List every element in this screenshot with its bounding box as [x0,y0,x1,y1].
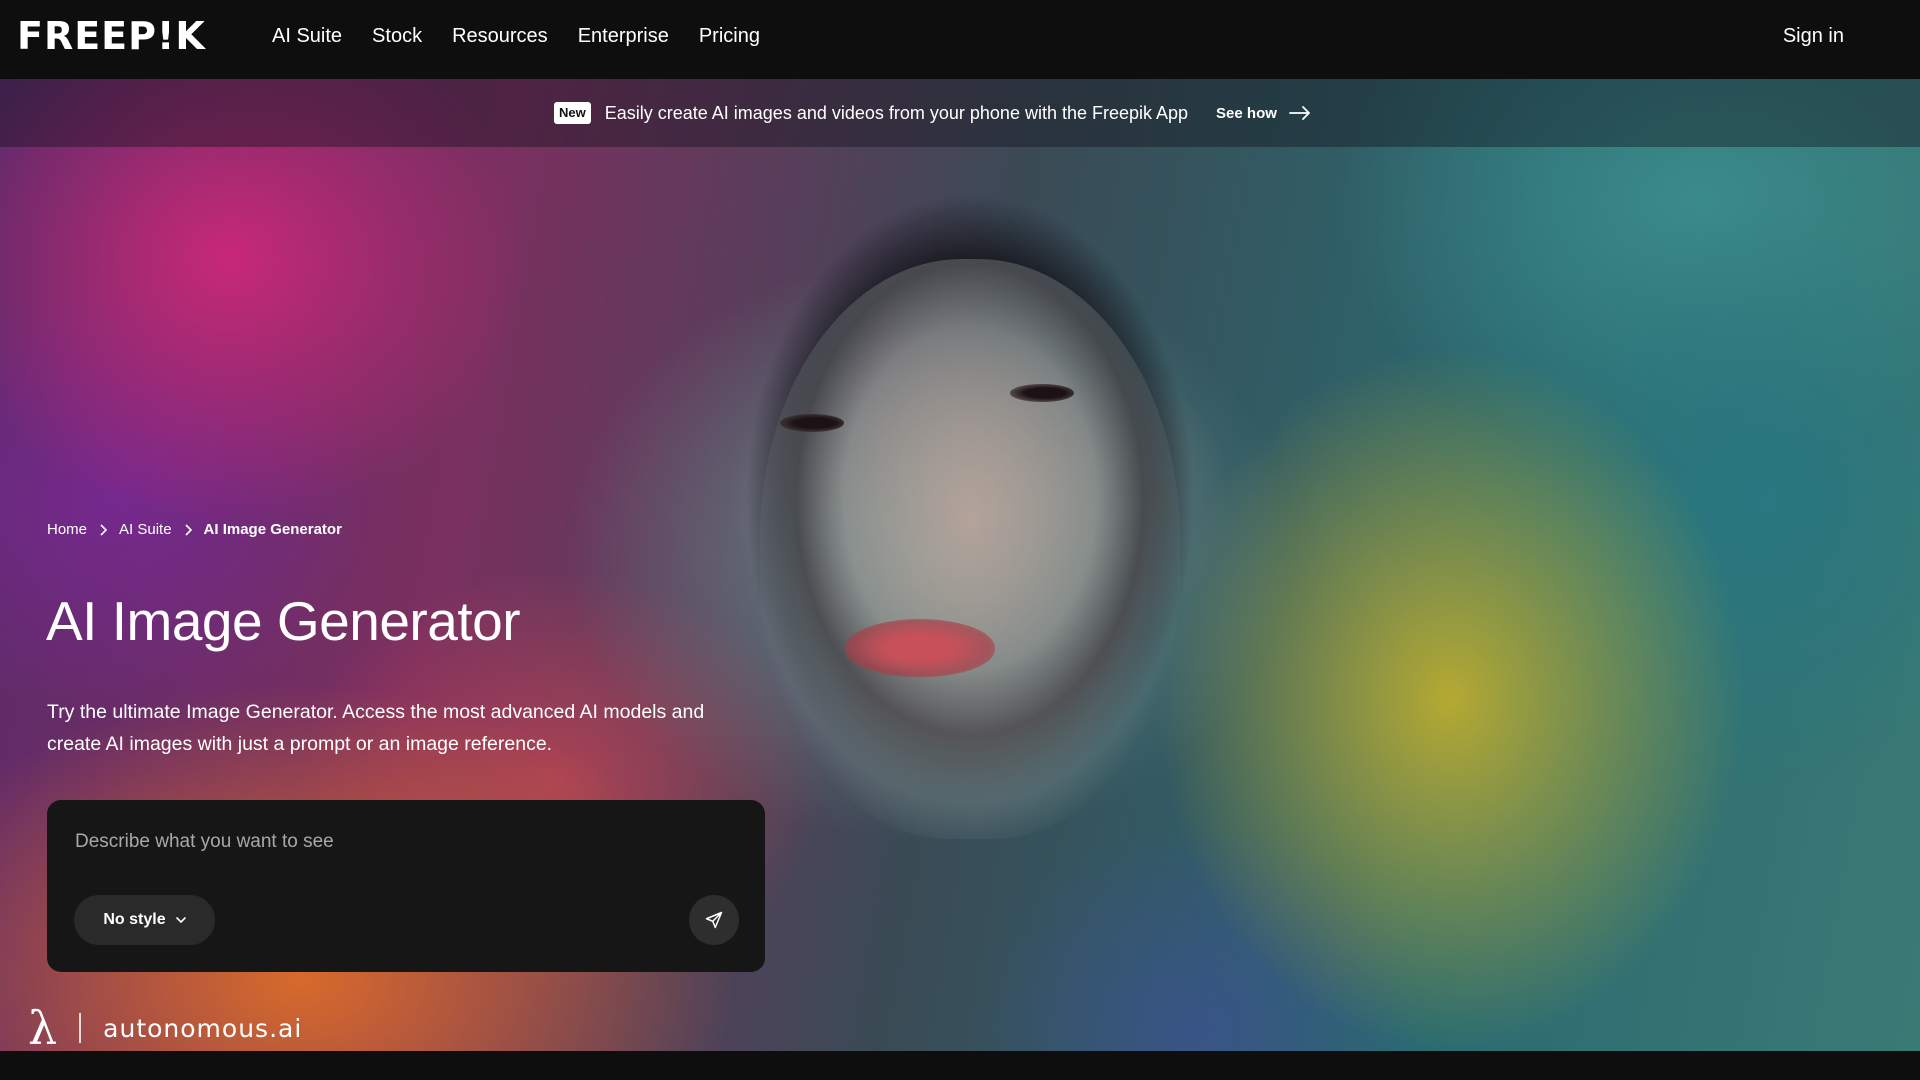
hero-right-eye [1010,384,1074,402]
see-how-label: See how [1216,104,1277,122]
hero-face-shape [760,259,1180,839]
style-dropdown[interactable]: No style [74,895,215,945]
chevron-right-icon [184,523,192,536]
arrow-right-icon [1289,106,1310,120]
nav-link-ai-suite[interactable]: AI Suite [272,24,342,48]
announcement-text: Easily create AI images and videos from … [604,102,1189,123]
autonomous-watermark: λ autonomous.ai [28,1005,302,1051]
hero-left-eye [780,414,844,432]
nav-link-pricing[interactable]: Pricing [699,24,760,48]
page-title: AI Image Generator [46,590,521,652]
send-icon [705,911,723,929]
bottom-bar [0,1051,1920,1080]
announcement-content: New Easily create AI images and videos f… [554,101,1311,125]
lambda-logo-icon: λ [28,1001,58,1055]
breadcrumb-current: AI Image Generator [203,521,342,538]
main-nav: AI Suite Stock Resources Enterprise Pric… [272,24,790,48]
watermark-text: autonomous.ai [103,1013,303,1043]
style-dropdown-label: No style [103,911,166,928]
breadcrumb: Home AI Suite AI Image Generator [47,521,342,538]
nav-link-resources[interactable]: Resources [452,24,548,48]
page-description: Try the ultimate Image Generator. Access… [47,701,705,755]
breadcrumb-ai-suite[interactable]: AI Suite [119,521,172,538]
announcement-banner: New Easily create AI images and videos f… [0,79,1920,147]
hero-hair-shape [690,119,1250,879]
generate-button[interactable] [689,895,739,945]
sign-in-link[interactable]: Sign in [1783,24,1844,48]
new-badge: New [554,102,591,124]
nav-link-enterprise[interactable]: Enterprise [578,24,669,48]
prompt-box: No style [47,800,765,972]
freepik-logo[interactable]: FREEP!K [17,17,206,55]
top-navigation: FREEP!K AI Suite Stock Resources Enterpr… [0,0,1920,79]
chevron-right-icon [99,523,108,536]
hero-lips [845,619,995,677]
chevron-down-icon [175,916,186,923]
breadcrumb-home[interactable]: Home [47,521,87,538]
prompt-input[interactable] [75,828,715,856]
nav-link-stock[interactable]: Stock [372,24,422,48]
watermark-divider [79,1013,82,1043]
see-how-link[interactable]: See how [1216,105,1311,122]
